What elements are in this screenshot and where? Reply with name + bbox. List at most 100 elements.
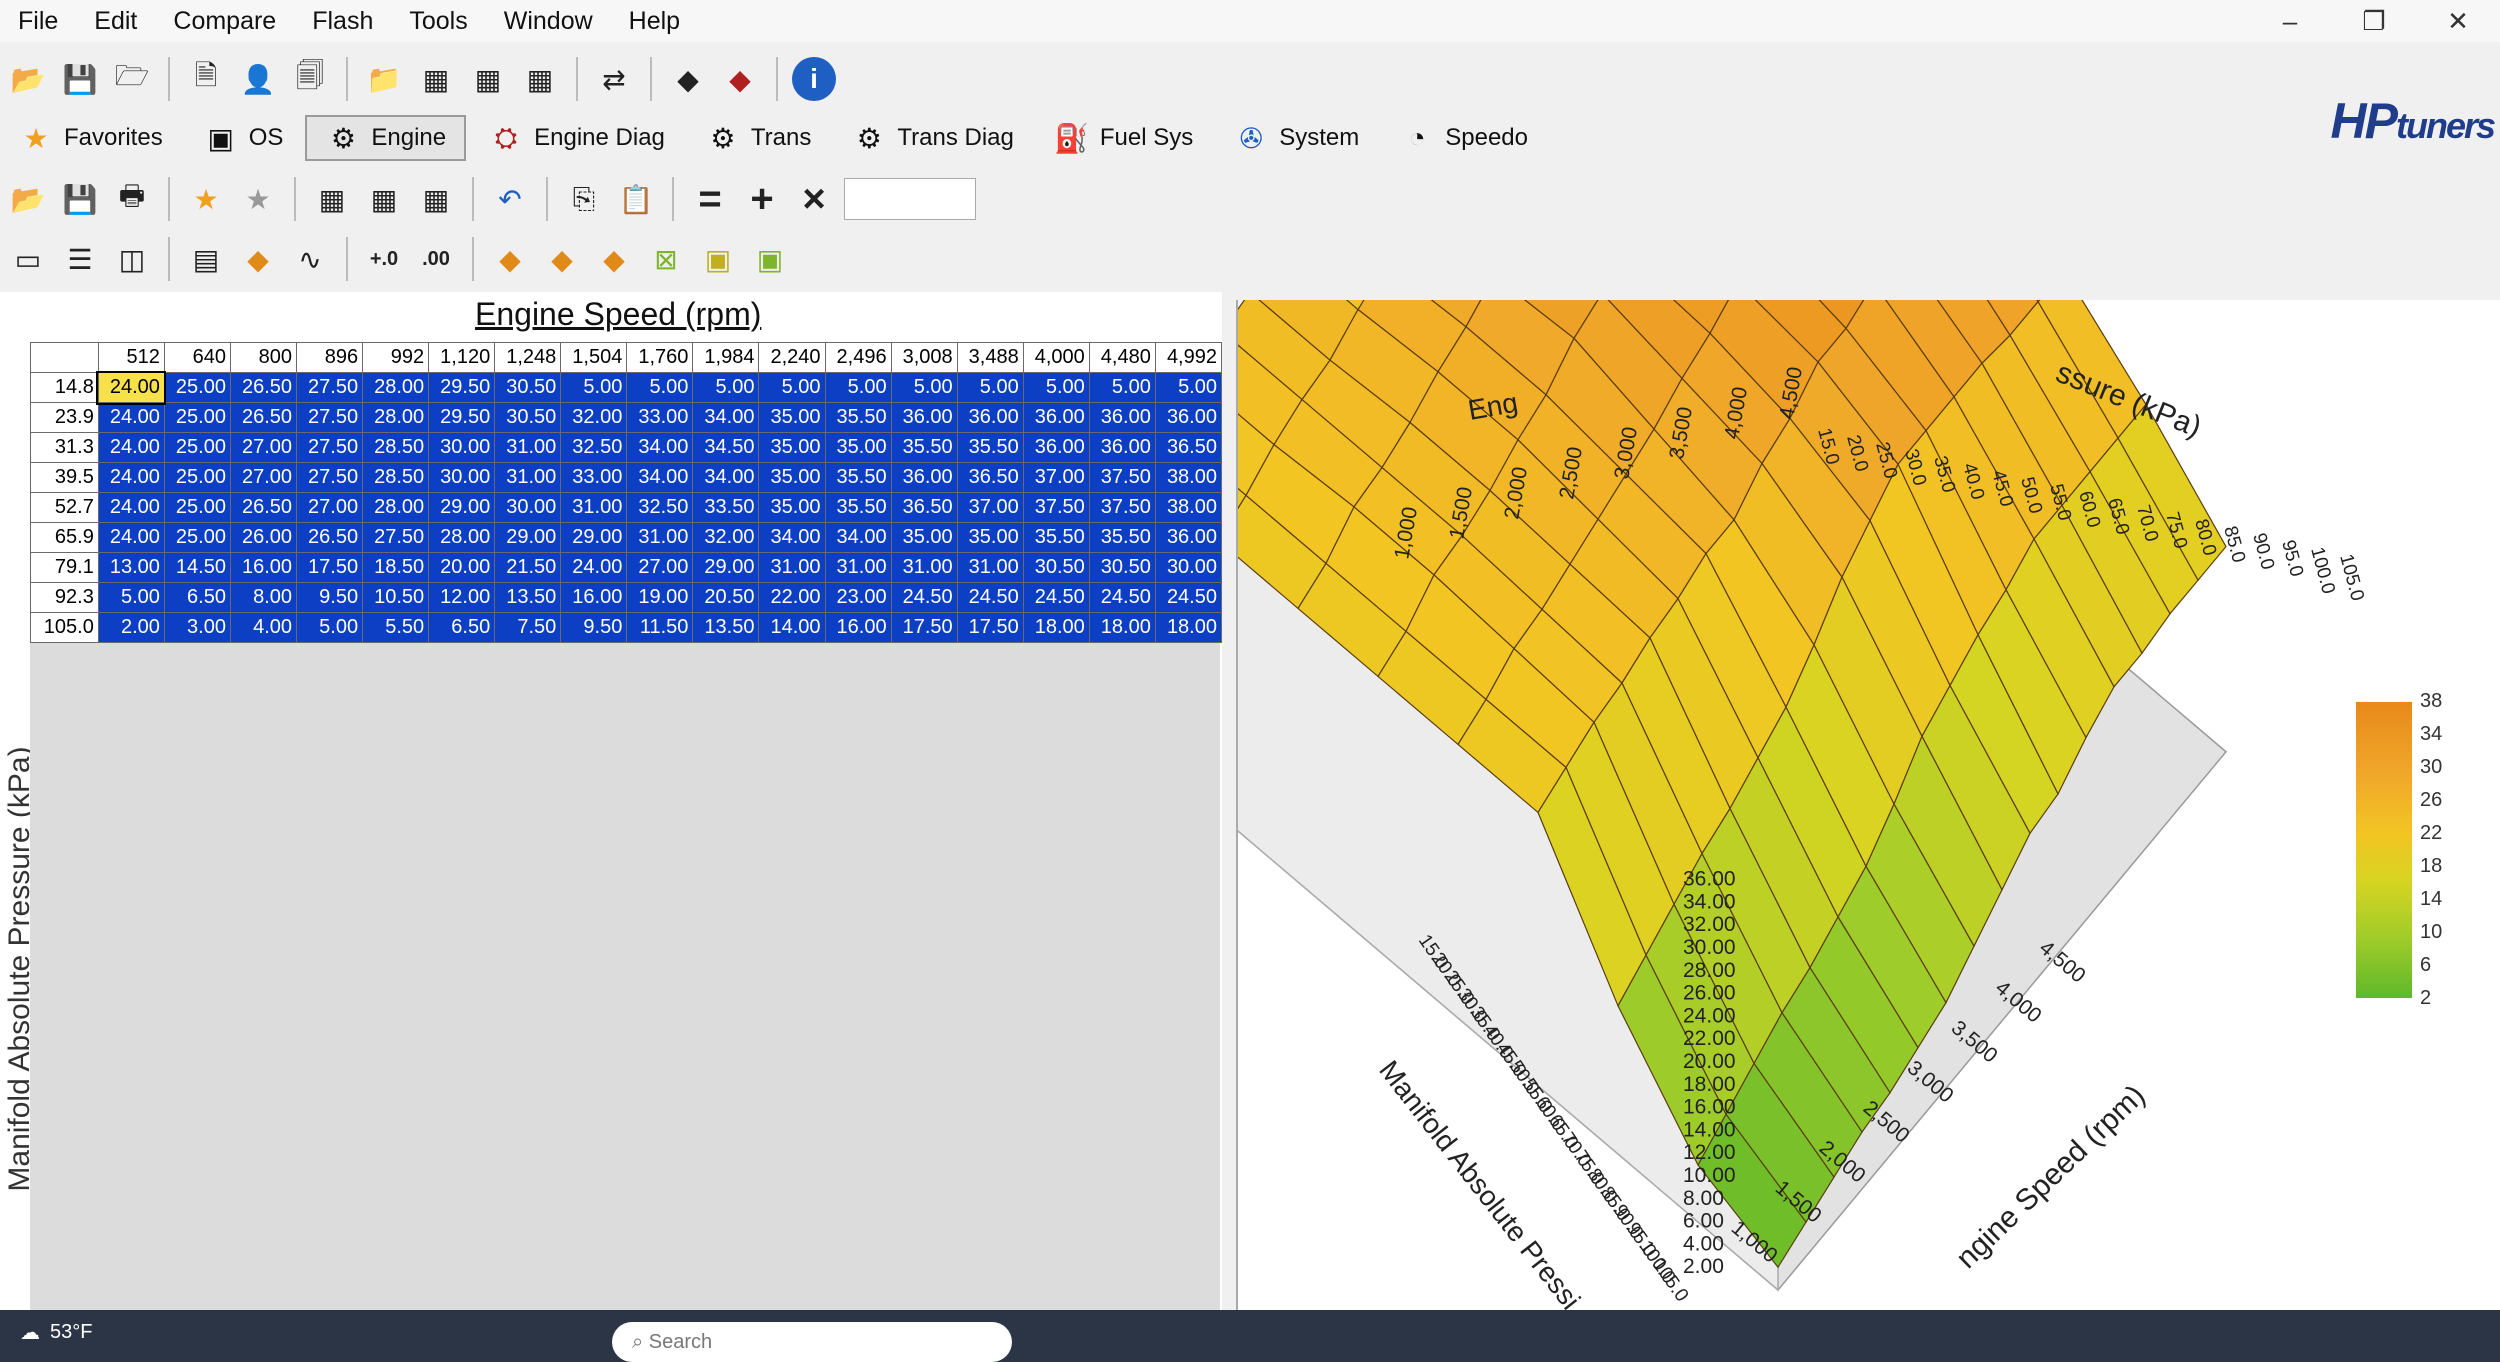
table-cell[interactable]: 36.50 bbox=[890, 492, 958, 523]
column-header[interactable]: 1,984 bbox=[692, 342, 760, 373]
copy-icon[interactable]: ⎘ bbox=[562, 177, 606, 221]
column-header[interactable]: 2,240 bbox=[758, 342, 826, 373]
table-cell[interactable]: 13.50 bbox=[494, 582, 562, 613]
table-cell[interactable]: 5.00 bbox=[97, 582, 165, 613]
table-cell[interactable]: 36.00 bbox=[956, 402, 1024, 433]
reset-view-icon[interactable]: ⊠ bbox=[644, 237, 688, 281]
multiply-icon[interactable]: × bbox=[792, 177, 836, 221]
table-cell[interactable]: 36.00 bbox=[1022, 402, 1090, 433]
table-cell[interactable]: 7.50 bbox=[494, 612, 562, 643]
table-cell[interactable]: 33.00 bbox=[626, 402, 694, 433]
row-header[interactable]: 105.0 bbox=[30, 612, 99, 643]
file-info-icon[interactable]: 🗎 bbox=[184, 57, 228, 101]
menu-file[interactable]: File bbox=[0, 7, 76, 36]
table-cell[interactable]: 5.00 bbox=[296, 612, 364, 643]
table-cell[interactable]: 37.50 bbox=[1088, 462, 1156, 493]
table-cell[interactable]: 22.00 bbox=[758, 582, 826, 613]
grid-diff-icon[interactable]: ▦ bbox=[414, 177, 458, 221]
column-header[interactable]: 1,120 bbox=[428, 342, 496, 373]
column-header[interactable]: 2,496 bbox=[824, 342, 892, 373]
table-cell[interactable]: 37.00 bbox=[956, 492, 1024, 523]
tab-trans-diag[interactable]: ⚙ Trans Diag bbox=[833, 115, 1031, 161]
column-header[interactable]: 992 bbox=[362, 342, 430, 373]
table-cell[interactable]: 13.50 bbox=[692, 612, 760, 643]
table-cell[interactable]: 18.00 bbox=[1088, 612, 1156, 643]
table-cell[interactable]: 18.00 bbox=[1022, 612, 1090, 643]
open-folder-icon[interactable]: 🗁 bbox=[110, 57, 154, 101]
tilt-icon[interactable]: ◆ bbox=[592, 237, 636, 281]
table-cell[interactable]: 24.50 bbox=[1088, 582, 1156, 613]
column-header[interactable]: 4,992 bbox=[1154, 342, 1223, 373]
table-cell[interactable]: 20.50 bbox=[692, 582, 760, 613]
table-cell[interactable]: 34.00 bbox=[692, 462, 760, 493]
table-cell[interactable]: 30.50 bbox=[494, 372, 562, 403]
row-header[interactable]: 31.3 bbox=[30, 432, 99, 463]
table-cell[interactable]: 36.50 bbox=[956, 462, 1024, 493]
table-cell[interactable]: 27.50 bbox=[296, 372, 364, 403]
taskbar-search[interactable]: ⌕ Search bbox=[612, 1322, 1012, 1362]
table-cell[interactable]: 28.50 bbox=[362, 432, 430, 463]
rotate-right-icon[interactable]: ◆ bbox=[540, 237, 584, 281]
user-icon[interactable]: 👤 bbox=[236, 57, 280, 101]
table-cell[interactable]: 18.00 bbox=[1154, 612, 1223, 643]
table-cell[interactable]: 24.00 bbox=[560, 552, 628, 583]
table-cell[interactable]: 17.50 bbox=[890, 612, 958, 643]
view-single-icon[interactable]: ▭ bbox=[6, 237, 50, 281]
table-cell[interactable]: 5.00 bbox=[890, 372, 958, 403]
table-cell[interactable]: 33.50 bbox=[692, 492, 760, 523]
tab-engine[interactable]: ⚙ Engine bbox=[305, 115, 467, 161]
grid-icon[interactable]: ▦ bbox=[310, 177, 354, 221]
column-header[interactable]: 4,000 bbox=[1022, 342, 1090, 373]
table-cell[interactable]: 14.00 bbox=[758, 612, 826, 643]
table-cell[interactable]: 12.00 bbox=[428, 582, 496, 613]
table-cell[interactable]: 29.00 bbox=[560, 522, 628, 553]
table-cell[interactable]: 20.00 bbox=[428, 552, 496, 583]
table-cell[interactable]: 27.00 bbox=[626, 552, 694, 583]
table-cell[interactable]: 31.00 bbox=[956, 552, 1024, 583]
table-cell[interactable]: 36.00 bbox=[1088, 402, 1156, 433]
table-cell[interactable]: 24.00 bbox=[96, 370, 167, 405]
table-cell[interactable]: 5.00 bbox=[1154, 372, 1223, 403]
view-split-horizontal-icon[interactable]: ☰ bbox=[58, 237, 102, 281]
operation-value-input[interactable] bbox=[844, 178, 976, 220]
table-cell[interactable]: 36.00 bbox=[1088, 432, 1156, 463]
table-cell[interactable]: 30.50 bbox=[1088, 552, 1156, 583]
table-cell[interactable]: 31.00 bbox=[626, 522, 694, 553]
menu-help[interactable]: Help bbox=[611, 7, 698, 36]
table-cell[interactable]: 35.50 bbox=[824, 402, 892, 433]
column-header[interactable]: 1,504 bbox=[560, 342, 628, 373]
table-cell[interactable]: 10.50 bbox=[362, 582, 430, 613]
table-cell[interactable]: 30.00 bbox=[494, 492, 562, 523]
table-cell[interactable]: 17.50 bbox=[956, 612, 1024, 643]
table-compare-icon[interactable]: ▦ bbox=[466, 57, 510, 101]
table-cell[interactable]: 30.50 bbox=[494, 402, 562, 433]
table-cell[interactable]: 35.00 bbox=[824, 432, 892, 463]
table-cell[interactable]: 8.00 bbox=[229, 582, 298, 613]
table-cell[interactable]: 27.50 bbox=[296, 402, 364, 433]
menu-compare[interactable]: Compare bbox=[155, 7, 294, 36]
table-cell[interactable]: 34.00 bbox=[692, 402, 760, 433]
column-header[interactable]: 640 bbox=[163, 342, 231, 373]
tab-speedo[interactable]: ◔ Speedo bbox=[1381, 115, 1546, 161]
table-cell[interactable]: 5.00 bbox=[626, 372, 694, 403]
table-cell[interactable]: 36.00 bbox=[890, 402, 958, 433]
tab-engine-diag[interactable]: ⛭ Engine Diag bbox=[470, 115, 683, 161]
table-cell[interactable]: 26.50 bbox=[229, 492, 298, 523]
table-cell[interactable]: 32.50 bbox=[626, 492, 694, 523]
table-cell[interactable]: 24.00 bbox=[97, 522, 165, 553]
fit-view-icon[interactable]: ▣ bbox=[696, 237, 740, 281]
table-cell[interactable]: 36.00 bbox=[1022, 432, 1090, 463]
zoom-view-icon[interactable]: ▣ bbox=[748, 237, 792, 281]
table-cell[interactable]: 37.50 bbox=[1088, 492, 1156, 523]
table-cell[interactable]: 35.50 bbox=[824, 492, 892, 523]
table-cell[interactable]: 2.00 bbox=[97, 612, 165, 643]
table-cell[interactable]: 24.50 bbox=[956, 582, 1024, 613]
table-cell[interactable]: 25.00 bbox=[163, 522, 231, 553]
table-cell[interactable]: 31.00 bbox=[758, 552, 826, 583]
table-cell[interactable]: 27.50 bbox=[296, 432, 364, 463]
row-header[interactable]: 92.3 bbox=[30, 582, 99, 613]
table-cell[interactable]: 31.00 bbox=[494, 432, 562, 463]
table-cell[interactable]: 5.00 bbox=[692, 372, 760, 403]
table-cell[interactable]: 27.50 bbox=[296, 462, 364, 493]
table-cell[interactable]: 5.00 bbox=[956, 372, 1024, 403]
